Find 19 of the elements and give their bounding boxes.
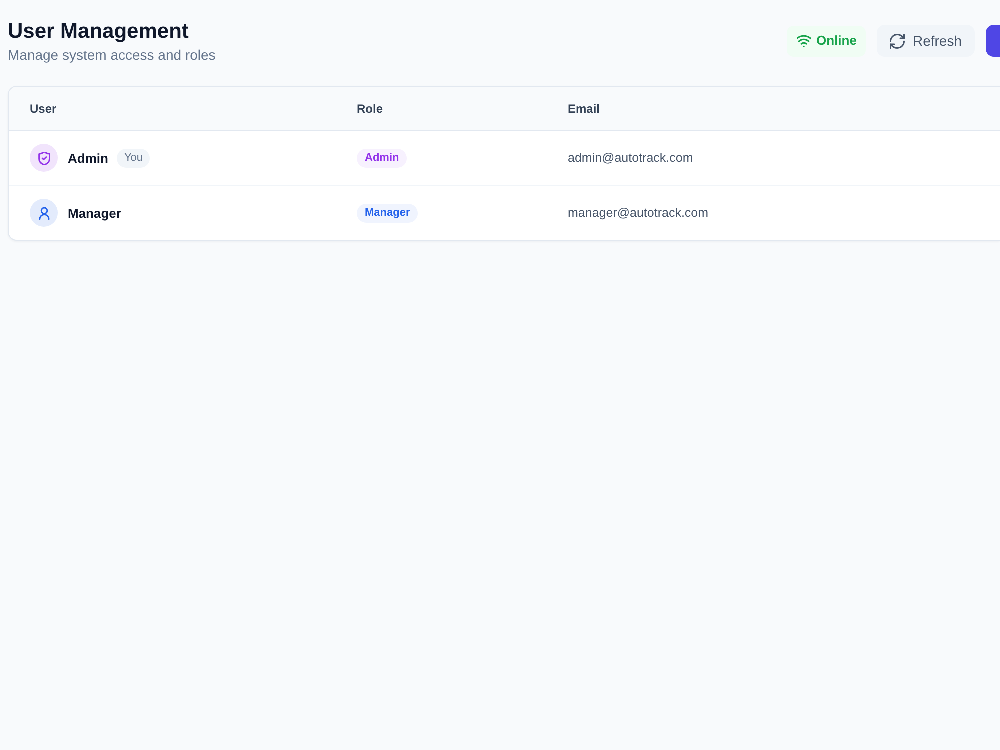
shield-check-icon: [30, 144, 58, 172]
wifi-icon: [796, 34, 811, 48]
primary-button[interactable]: [986, 25, 1000, 57]
column-header: Role: [357, 102, 384, 116]
user-name: Manager: [68, 206, 122, 220]
role-badge: Manager: [357, 204, 418, 222]
user-icon: [30, 199, 58, 227]
column-header: Email: [568, 102, 600, 116]
email-text: admin@autotrack.com: [568, 151, 694, 165]
current-user-badge: You: [117, 148, 150, 168]
role-badge: Admin: [357, 148, 408, 168]
email-text: manager@autotrack.com: [568, 206, 709, 220]
column-header: User: [30, 102, 57, 116]
page-title: User Management: [8, 19, 190, 45]
user-name: Admin: [68, 150, 108, 166]
page-subtitle: Manage system access and roles: [8, 46, 216, 64]
refresh-icon: [890, 34, 905, 48]
status-text: Online: [816, 33, 857, 49]
refresh-button[interactable]: Refresh: [876, 25, 975, 57]
